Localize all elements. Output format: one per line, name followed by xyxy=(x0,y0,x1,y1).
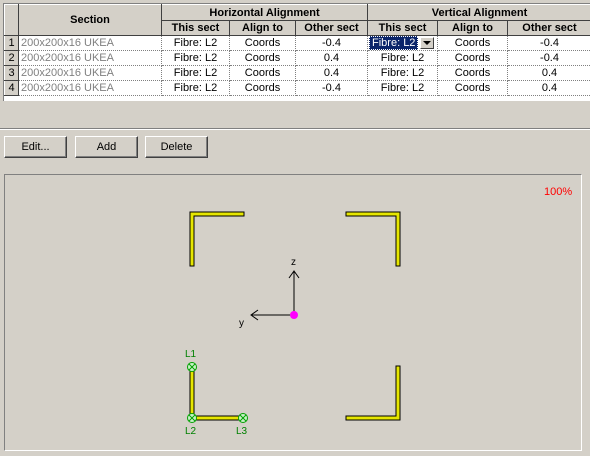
table-row[interactable]: 4 200x200x16 UKEA Fibre: L2 Coords -0.4 … xyxy=(4,80,590,96)
corner-header xyxy=(4,4,19,36)
v-other-sect-header[interactable]: Other sect xyxy=(507,20,590,36)
v-other-sect-cell[interactable]: 0.4 xyxy=(507,65,590,81)
h-align-to-cell[interactable]: Coords xyxy=(229,80,296,96)
fibre-label-l1: L1 xyxy=(185,349,197,360)
v-align-to-header[interactable]: Align to xyxy=(437,20,509,36)
fibre-marker-l3[interactable] xyxy=(238,413,248,423)
alignment-table: Section Horizontal Alignment Vertical Al… xyxy=(4,4,590,96)
h-other-sect-cell[interactable]: -0.4 xyxy=(294,80,369,96)
v-this-sect-cell[interactable]: Fibre: L2 xyxy=(367,65,439,81)
fibre-label-l3: L3 xyxy=(236,426,248,437)
angle-section-bottom-right xyxy=(345,365,401,421)
z-axis-label: z xyxy=(291,257,296,268)
vertical-alignment-header: Vertical Alignment xyxy=(367,4,590,21)
row-number[interactable]: 4 xyxy=(4,80,19,96)
delete-button[interactable]: Delete xyxy=(145,136,208,158)
chevron-down-icon xyxy=(423,41,432,45)
row-number[interactable]: 2 xyxy=(4,50,19,66)
angle-section-top-right xyxy=(345,211,401,267)
h-other-sect-cell[interactable]: 0.4 xyxy=(294,50,369,66)
v-this-sect-header[interactable]: This sect xyxy=(367,20,439,36)
fibre-dropdown-value[interactable]: Fibre: L2 xyxy=(369,36,419,50)
edit-button[interactable]: Edit... xyxy=(4,136,67,158)
h-this-sect-cell[interactable]: Fibre: L2 xyxy=(161,80,230,96)
v-other-sect-cell[interactable]: 0.4 xyxy=(507,80,590,96)
h-other-sect-header[interactable]: Other sect xyxy=(294,20,369,36)
alignment-grid[interactable]: Section Horizontal Alignment Vertical Al… xyxy=(3,3,590,101)
section-cell[interactable]: 200x200x16 UKEA xyxy=(18,35,162,51)
table-row[interactable]: 1 200x200x16 UKEA Fibre: L2 Coords -0.4 … xyxy=(4,35,590,51)
section-cell[interactable]: 200x200x16 UKEA xyxy=(18,80,162,96)
v-align-to-cell[interactable]: Coords xyxy=(437,50,509,66)
row-number[interactable]: 1 xyxy=(4,35,19,51)
row-number[interactable]: 3 xyxy=(4,65,19,81)
h-other-sect-cell[interactable]: -0.4 xyxy=(294,35,369,51)
section-cell[interactable]: 200x200x16 UKEA xyxy=(18,50,162,66)
h-this-sect-cell[interactable]: Fibre: L2 xyxy=(161,65,230,81)
h-align-to-cell[interactable]: Coords xyxy=(229,35,296,51)
section-preview-panel[interactable]: z y L1 L2 L3 xyxy=(4,174,582,451)
v-this-sect-cell[interactable]: Fibre: L2 xyxy=(367,80,439,96)
zoom-level: 100% xyxy=(544,186,573,198)
angle-section-bottom-left[interactable] xyxy=(189,365,245,421)
v-align-to-cell[interactable]: Coords xyxy=(437,35,509,51)
v-align-to-cell[interactable]: Coords xyxy=(437,65,509,81)
horizontal-alignment-header: Horizontal Alignment xyxy=(160,4,369,21)
section-cell[interactable]: 200x200x16 UKEA xyxy=(18,65,162,81)
h-this-sect-cell[interactable]: Fibre: L2 xyxy=(161,50,230,66)
table-row[interactable]: 3 200x200x16 UKEA Fibre: L2 Coords 0.4 F… xyxy=(4,65,590,81)
table-row[interactable]: 2 200x200x16 UKEA Fibre: L2 Coords 0.4 F… xyxy=(4,50,590,66)
y-axis-label: y xyxy=(239,318,244,329)
v-this-sect-cell[interactable]: Fibre: L2 xyxy=(367,50,439,66)
h-this-sect-cell[interactable]: Fibre: L2 xyxy=(161,35,230,51)
section-header[interactable]: Section xyxy=(18,4,162,36)
fibre-label-l2: L2 xyxy=(185,426,197,437)
h-align-to-cell[interactable]: Coords xyxy=(229,50,296,66)
add-button[interactable]: Add xyxy=(75,136,138,158)
origin-point xyxy=(290,311,298,319)
fibre-marker-l2[interactable] xyxy=(187,413,197,423)
fibre-marker-l1[interactable] xyxy=(187,362,197,372)
v-this-sect-cell[interactable]: Fibre: L2 xyxy=(367,35,439,51)
v-other-sect-cell[interactable]: -0.4 xyxy=(507,35,590,51)
h-align-to-cell[interactable]: Coords xyxy=(229,65,296,81)
angle-section-top-left xyxy=(189,211,245,267)
divider xyxy=(0,128,590,130)
h-this-sect-header[interactable]: This sect xyxy=(161,20,230,36)
section-preview-canvas: z y L1 L2 L3 xyxy=(185,211,401,437)
dropdown-arrow-button[interactable] xyxy=(420,37,435,49)
fibre-dropdown[interactable]: Fibre: L2 xyxy=(369,36,436,50)
v-align-to-cell[interactable]: Coords xyxy=(437,80,509,96)
h-other-sect-cell[interactable]: 0.4 xyxy=(294,65,369,81)
v-other-sect-cell[interactable]: -0.4 xyxy=(507,50,590,66)
h-align-to-header[interactable]: Align to xyxy=(229,20,296,36)
